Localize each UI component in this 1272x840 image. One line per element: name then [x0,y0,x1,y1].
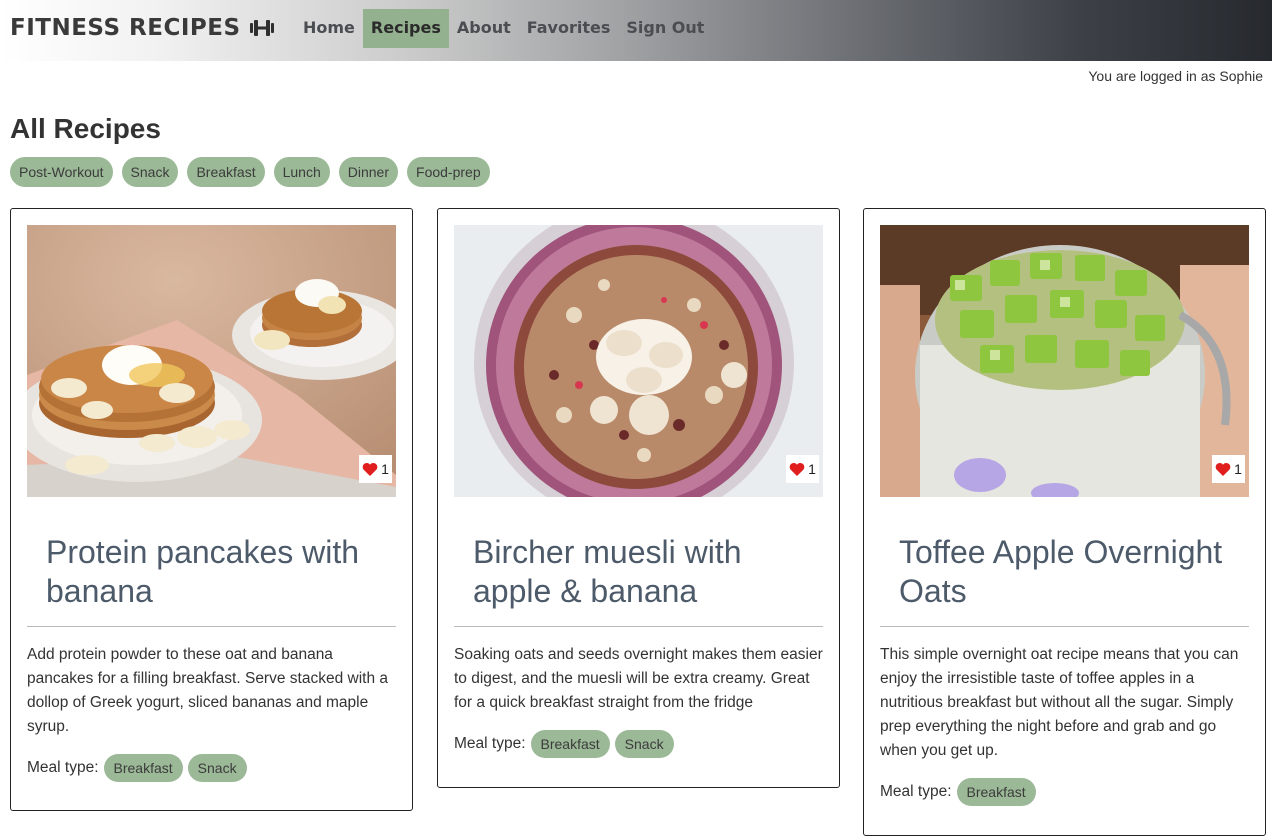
recipe-description: Soaking oats and seeds overnight makes t… [454,646,823,711]
filter-breakfast[interactable]: Breakfast [187,157,265,187]
card-divider [454,626,823,627]
like-count: 1 [381,461,389,477]
like-count: 1 [808,461,816,477]
like-count: 1 [1234,461,1242,477]
muesli-photo [454,225,823,497]
recipe-image[interactable]: 1 [880,225,1249,497]
recipe-card[interactable]: 1 Bircher muesli with apple & banana Soa… [437,208,840,788]
main-nav: Home Recipes About Favorites Sign Out [295,9,712,48]
nav-recipes[interactable]: Recipes [362,9,449,48]
category-filters: Post-Workout Snack Breakfast Lunch Dinne… [10,157,490,187]
meal-type-row: Meal type: Breakfast [880,778,1036,806]
pancakes-photo [27,225,396,497]
nav-sign-out[interactable]: Sign Out [618,9,712,48]
recipe-title[interactable]: Toffee Apple Overnight Oats [899,533,1239,611]
recipe-card[interactable]: 1 Toffee Apple Overnight Oats This simpl… [863,208,1266,836]
heart-icon [362,462,378,476]
nav-about[interactable]: About [449,9,519,48]
meal-type-row: Meal type: Breakfast Snack [27,754,247,782]
like-badge[interactable]: 1 [359,455,392,483]
filter-post-workout[interactable]: Post-Workout [10,157,113,187]
card-divider [27,626,396,627]
meal-type-label: Meal type: [27,759,99,776]
page-title: All Recipes [10,113,161,144]
meal-type-breakfast[interactable]: Breakfast [956,778,1036,806]
overnight-oats-photo [880,225,1249,497]
brand[interactable]: FITNESS RECIPES [10,13,275,43]
recipe-title[interactable]: Bircher muesli with apple & banana [473,533,813,611]
nav-home[interactable]: Home [295,9,363,48]
recipe-description: Add protein powder to these oat and bana… [27,646,388,735]
heart-icon [1215,462,1231,476]
recipe-description: This simple overnight oat recipe means t… [880,646,1239,759]
heart-icon [789,462,805,476]
brand-name: FITNESS RECIPES [10,15,241,41]
meal-type-label: Meal type: [880,783,952,800]
login-status: You are logged in as Sophie [1088,68,1263,84]
recipe-image[interactable]: 1 [27,225,396,497]
recipe-title[interactable]: Protein pancakes with banana [46,533,386,611]
card-divider [880,626,1249,627]
filter-lunch[interactable]: Lunch [273,157,330,187]
meal-type-row: Meal type: Breakfast Snack [454,730,674,758]
dumbbell-icon [249,20,274,36]
meal-type-snack[interactable]: Snack [187,754,247,782]
nav-favorites[interactable]: Favorites [519,9,619,48]
recipe-image[interactable]: 1 [454,225,823,497]
recipe-card[interactable]: 1 Protein pancakes with banana Add prote… [10,208,413,811]
meal-type-breakfast[interactable]: Breakfast [103,754,183,782]
filter-snack[interactable]: Snack [121,157,179,187]
meal-type-label: Meal type: [454,735,526,752]
meal-type-snack[interactable]: Snack [614,730,674,758]
like-badge[interactable]: 1 [786,455,819,483]
filter-dinner[interactable]: Dinner [338,157,399,187]
navbar: FITNESS RECIPES Home Recipes About Favor… [0,0,1272,61]
filter-food-prep[interactable]: Food-prep [407,157,490,187]
like-badge[interactable]: 1 [1212,455,1245,483]
meal-type-breakfast[interactable]: Breakfast [530,730,610,758]
